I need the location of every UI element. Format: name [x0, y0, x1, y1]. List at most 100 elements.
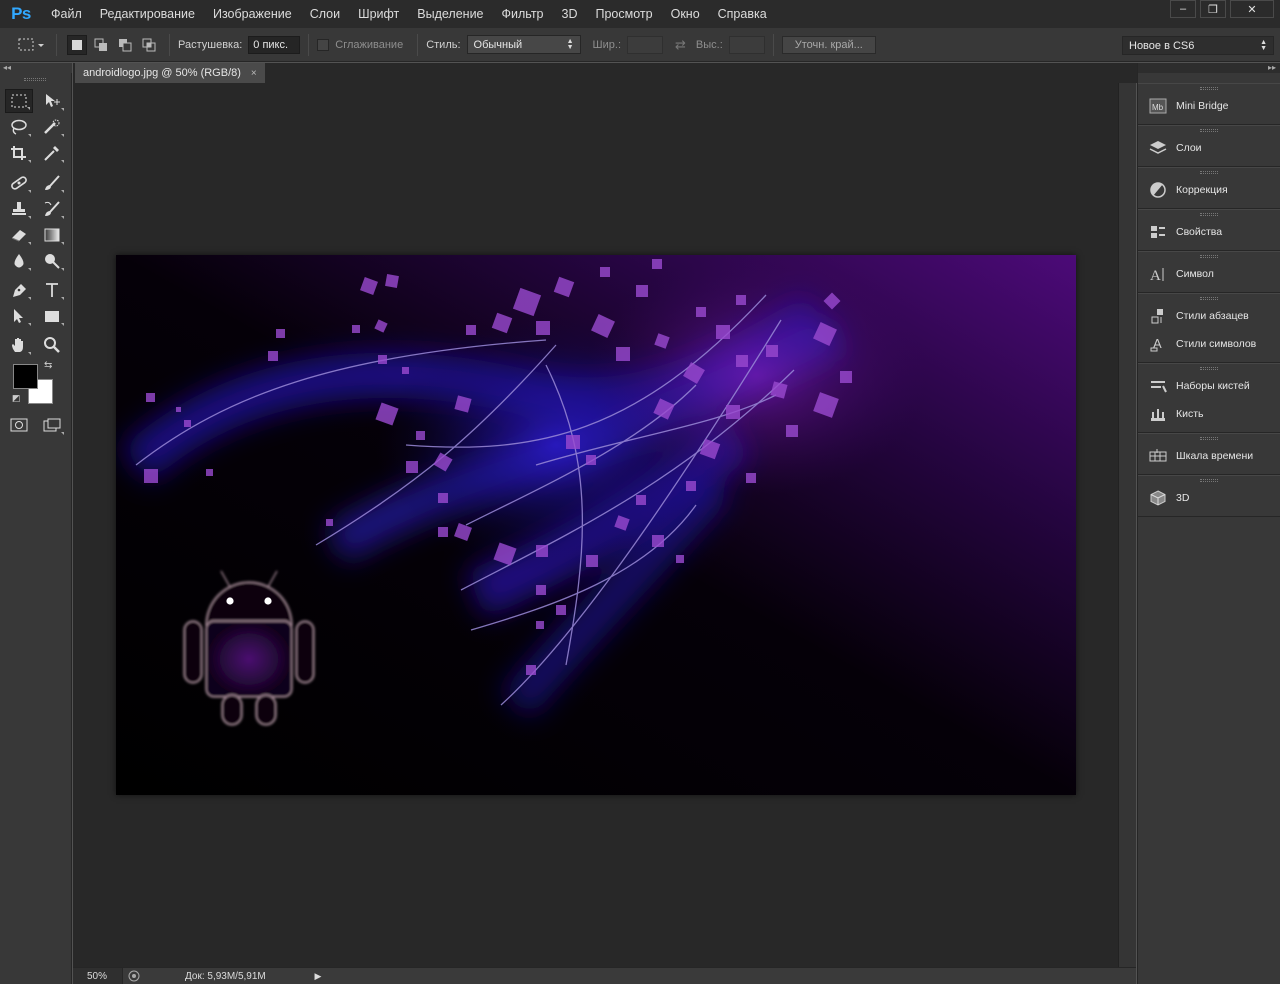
panel-layers[interactable]: Слои [1138, 134, 1280, 162]
svg-text:Mb: Mb [1152, 103, 1164, 112]
panel-group-grip[interactable] [1200, 297, 1218, 300]
tools-panel: ⇆ ◩ [0, 73, 72, 984]
panel-3d[interactable]: 3D [1138, 484, 1280, 512]
window-controls: – ❐ ✕ [1170, 0, 1274, 18]
intersect-selection-button[interactable] [139, 35, 159, 55]
width-input[interactable] [627, 35, 664, 54]
toolbar-grip[interactable] [24, 78, 46, 81]
document-tab[interactable]: androidlogo.jpg @ 50% (RGB/8) × [75, 63, 265, 83]
lasso-tool[interactable] [5, 115, 33, 139]
panel-mini-bridge[interactable]: Mb Mini Bridge [1138, 92, 1280, 120]
character-styles-icon: A [1148, 335, 1168, 353]
quick-selection-icon [44, 119, 60, 134]
style-select[interactable]: Обычный ▲ ▼ [466, 35, 581, 54]
menu-select[interactable]: Выделение [408, 0, 492, 28]
new-selection-icon [72, 39, 82, 50]
new-selection-button[interactable] [67, 34, 87, 55]
height-input[interactable] [728, 35, 765, 54]
path-selection-tool[interactable] [5, 304, 33, 328]
panel-group-grip[interactable] [1200, 437, 1218, 440]
quick-mask-button[interactable] [5, 413, 33, 437]
path-selection-icon [14, 309, 23, 323]
rectangle-tool[interactable] [38, 304, 66, 328]
panel-adjustments[interactable]: Коррекция [1138, 176, 1280, 204]
menu-image[interactable]: Изображение [204, 0, 301, 28]
foreground-color-swatch[interactable] [13, 364, 38, 389]
menu-view[interactable]: Просмотр [587, 0, 662, 28]
pen-tool[interactable] [5, 278, 33, 302]
panel-group-grip[interactable] [1200, 479, 1218, 482]
tool-preset-picker[interactable] [14, 33, 48, 57]
move-tool[interactable] [38, 89, 66, 113]
zoom-level-field[interactable]: 50% [73, 968, 123, 984]
screen-mode-button[interactable] [38, 413, 66, 437]
feather-input[interactable] [248, 35, 301, 54]
menu-3d[interactable]: 3D [553, 0, 587, 28]
zoom-tool[interactable] [38, 333, 66, 357]
swap-dimensions-icon[interactable]: ⇄ [675, 37, 686, 53]
panel-dock-expand[interactable]: ▸▸ [1138, 63, 1280, 73]
panel-properties[interactable]: Свойства [1138, 218, 1280, 246]
refine-edge-button[interactable]: Уточн. край... [781, 35, 876, 54]
vertical-scrollbar[interactable] [1118, 83, 1136, 967]
canvas-area[interactable] [73, 83, 1118, 967]
panel-group: Свойства [1138, 209, 1280, 251]
menu-filter[interactable]: Фильтр [493, 0, 553, 28]
rect-marquee-tool[interactable] [5, 89, 33, 113]
character-icon: A [1148, 265, 1168, 283]
status-menu-arrow-icon[interactable]: ▶ [312, 969, 324, 983]
blur-tool[interactable] [5, 249, 33, 273]
default-colors-icon[interactable]: ◩ [12, 393, 21, 404]
menu-file[interactable]: Файл [42, 0, 91, 28]
swap-colors-icon[interactable]: ⇆ [44, 360, 52, 371]
panel-character[interactable]: A Символ [1138, 260, 1280, 288]
panel-character-styles[interactable]: A Стили символов [1138, 330, 1280, 358]
panel-brush[interactable]: Кисть [1138, 400, 1280, 428]
history-brush-tool[interactable] [38, 197, 66, 221]
antialias-checkbox[interactable] [317, 38, 330, 51]
close-tab-icon[interactable]: × [251, 68, 257, 79]
panel-group-grip[interactable] [1200, 213, 1218, 216]
panel-group: 3D [1138, 475, 1280, 517]
panel-group-grip[interactable] [1200, 255, 1218, 258]
eraser-tool[interactable] [5, 223, 33, 247]
panel-group-grip[interactable] [1200, 87, 1218, 90]
crop-tool[interactable] [5, 141, 33, 165]
feather-label: Растушевка: [178, 38, 243, 51]
menu-edit[interactable]: Редактирование [91, 0, 204, 28]
panel-group-grip[interactable] [1200, 171, 1218, 174]
restore-button[interactable]: ❐ [1200, 0, 1226, 18]
panel-timeline[interactable]: Шкала времени [1138, 442, 1280, 470]
panel-group-grip[interactable] [1200, 129, 1218, 132]
hand-tool[interactable] [5, 333, 33, 357]
menu-window[interactable]: Окно [662, 0, 709, 28]
type-tool[interactable] [38, 278, 66, 302]
panel-group-grip[interactable] [1200, 367, 1218, 370]
toolbar-collapse[interactable]: ◂◂ [0, 63, 72, 73]
panel-paragraph-styles[interactable]: Стили абзацев [1138, 302, 1280, 330]
close-window-button[interactable]: ✕ [1230, 0, 1274, 18]
menu-layers[interactable]: Слои [301, 0, 349, 28]
gradient-tool[interactable] [38, 223, 66, 247]
workspace-select[interactable]: Новое в CS6 ▲ ▼ [1122, 36, 1274, 55]
menu-help[interactable]: Справка [709, 0, 776, 28]
eyedropper-icon [44, 146, 59, 161]
subtract-selection-icon [119, 38, 132, 51]
3d-icon [1148, 489, 1168, 507]
brush-tool[interactable] [38, 171, 66, 195]
menu-type[interactable]: Шрифт [349, 0, 408, 28]
minimize-button[interactable]: – [1170, 0, 1196, 18]
add-selection-button[interactable] [91, 35, 111, 55]
quick-selection-tool[interactable] [38, 115, 66, 139]
dodge-tool[interactable] [38, 249, 66, 273]
healing-brush-tool[interactable] [5, 171, 33, 195]
clone-stamp-tool[interactable] [5, 197, 33, 221]
history-brush-icon [44, 201, 60, 216]
panel-brush-presets[interactable]: Наборы кистей [1138, 372, 1280, 400]
document-canvas[interactable] [116, 255, 1076, 795]
subtract-selection-button[interactable] [115, 35, 135, 55]
mini-bridge-icon: Mb [1148, 97, 1168, 115]
document-tab-title: androidlogo.jpg @ 50% (RGB/8) [83, 67, 241, 79]
eyedropper-tool[interactable] [38, 141, 66, 165]
status-info-icon[interactable] [127, 969, 141, 983]
